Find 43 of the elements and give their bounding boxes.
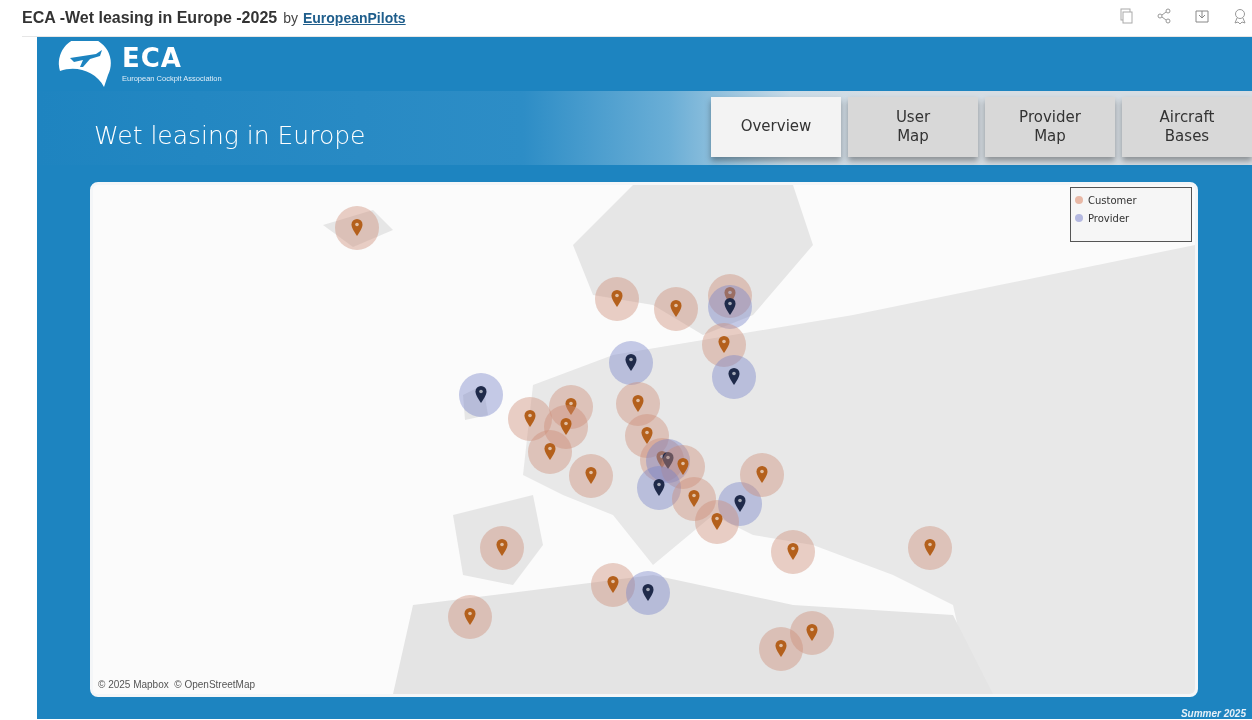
- map-marker[interactable]: [718, 482, 762, 526]
- map-marker[interactable]: [708, 285, 752, 329]
- map-marker[interactable]: [569, 454, 613, 498]
- map-attribution: © 2025 Mapbox © OpenStreetMap: [98, 679, 256, 690]
- tab[interactable]: Provider Map: [985, 97, 1115, 157]
- map-marker[interactable]: [625, 414, 669, 458]
- map-marker[interactable]: [544, 405, 588, 449]
- author-link[interactable]: EuropeanPilots: [302, 10, 406, 26]
- tab[interactable]: User Map: [848, 97, 978, 157]
- map-marker[interactable]: [528, 430, 572, 474]
- map-marker[interactable]: [740, 453, 784, 497]
- map-marker[interactable]: [335, 206, 379, 250]
- map-marker[interactable]: [609, 341, 653, 385]
- workbook-title: ECA -Wet leasing in Europe -2025: [22, 9, 278, 27]
- tab[interactable]: Aircraft Bases: [1122, 97, 1252, 157]
- footer-note: Summer 2025: [1180, 708, 1246, 719]
- map-marker[interactable]: [702, 323, 746, 367]
- map-marker[interactable]: [616, 382, 660, 426]
- map-marker[interactable]: [637, 466, 681, 510]
- map-marker[interactable]: [790, 611, 834, 655]
- map-marker[interactable]: [759, 627, 803, 671]
- map-marker[interactable]: [595, 277, 639, 321]
- map-marker[interactable]: [654, 287, 698, 331]
- legend-label: Customer: [1088, 194, 1137, 206]
- download-icon[interactable]: [1194, 8, 1210, 24]
- map-marker[interactable]: [480, 526, 524, 570]
- legend-label: Provider: [1088, 212, 1130, 224]
- badge-icon[interactable]: [1232, 8, 1248, 24]
- dashboard-title: Wet leasing in Europe: [94, 121, 367, 150]
- map-marker[interactable]: [908, 526, 952, 570]
- map-marker[interactable]: [771, 530, 815, 574]
- map-marker[interactable]: [712, 355, 756, 399]
- map-marker[interactable]: [459, 373, 503, 417]
- map-marker[interactable]: [695, 500, 739, 544]
- map-marker[interactable]: [626, 571, 670, 615]
- logo-icon: [56, 41, 112, 87]
- map-marker[interactable]: [672, 477, 716, 521]
- byline: by: [283, 10, 298, 26]
- logo-name: ECA: [122, 45, 183, 71]
- tab[interactable]: Overview: [711, 97, 841, 157]
- map-marker[interactable]: [591, 563, 635, 607]
- map-marker[interactable]: [448, 595, 492, 639]
- map-marker[interactable]: [508, 397, 552, 441]
